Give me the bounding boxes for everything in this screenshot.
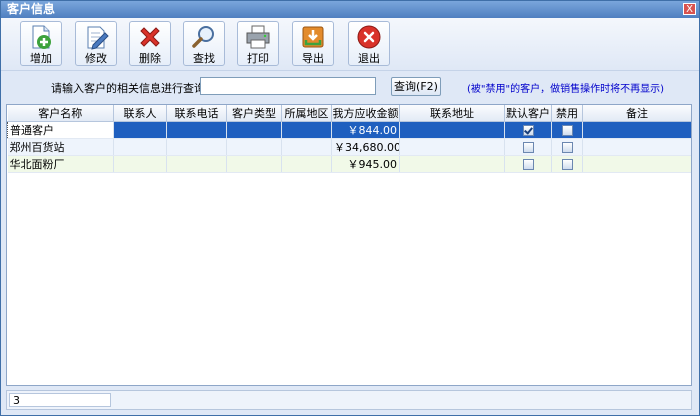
disabled-checkbox[interactable]: [561, 125, 573, 136]
add-document-icon: [32, 25, 51, 49]
col-header-region[interactable]: 所属地区: [281, 105, 332, 122]
cell-region[interactable]: [281, 155, 332, 173]
disabled-customer-hint: (被"禁用"的客户，做销售操作时将不再显示): [467, 84, 665, 95]
col-header-address[interactable]: 联系地址: [399, 105, 505, 122]
close-button[interactable]: X: [683, 3, 696, 15]
cell-name[interactable]: 郑州百货站: [7, 138, 114, 156]
title-bar: 客户信息 X: [1, 1, 699, 18]
record-count: 3: [9, 393, 111, 407]
col-header-phone[interactable]: 联系电话: [166, 105, 227, 122]
cell-region[interactable]: [281, 121, 332, 139]
col-header-default[interactable]: 默认客户: [504, 105, 552, 122]
delete-button[interactable]: 删除: [129, 21, 171, 66]
cell-receivable[interactable]: ￥844.00: [331, 121, 400, 139]
cell-note[interactable]: [582, 155, 691, 173]
edit-button-label: 修改: [85, 52, 107, 65]
add-button-label: 增加: [30, 52, 52, 65]
print-button-label: 打印: [247, 52, 269, 65]
table-row[interactable]: 普通客户 ￥844.00: [7, 121, 691, 139]
exit-button[interactable]: 退出: [348, 21, 390, 66]
exit-button-label: 退出: [358, 52, 380, 65]
cell-default: [504, 155, 552, 173]
cell-region[interactable]: [281, 138, 332, 156]
table-row[interactable]: 郑州百货站 ￥34,680.00: [7, 138, 691, 156]
col-header-disabled[interactable]: 禁用: [551, 105, 583, 122]
customer-info-window: 客户信息 X 增加 修改 删除 查找 打印 导出 退出 请输入客户的相关信息进行…: [0, 0, 700, 416]
cell-contact[interactable]: [113, 155, 167, 173]
cell-name[interactable]: 华北面粉厂: [7, 155, 114, 173]
default-checkbox[interactable]: [522, 125, 534, 136]
delete-x-icon: [140, 27, 160, 47]
cell-address[interactable]: [399, 138, 505, 156]
default-checkbox[interactable]: [522, 142, 534, 153]
export-button[interactable]: 导出: [292, 21, 334, 66]
print-button[interactable]: 打印: [237, 21, 279, 66]
cell-note[interactable]: [582, 138, 691, 156]
cell-contact[interactable]: [113, 138, 167, 156]
cell-contact[interactable]: [113, 121, 167, 139]
cell-receivable[interactable]: ￥945.00: [331, 155, 400, 173]
cell-address[interactable]: [399, 155, 505, 173]
cell-phone[interactable]: [166, 121, 227, 139]
edit-icon: [87, 26, 109, 50]
add-button[interactable]: 增加: [20, 21, 62, 66]
cell-default: [504, 138, 552, 156]
cell-type[interactable]: [226, 138, 282, 156]
exit-icon: [357, 25, 381, 49]
toolbar: 增加 修改 删除 查找 打印 导出 退出: [1, 18, 699, 71]
delete-button-label: 删除: [139, 52, 161, 65]
edit-button[interactable]: 修改: [75, 21, 117, 66]
cell-type[interactable]: [226, 155, 282, 173]
cell-type[interactable]: [226, 121, 282, 139]
cell-note[interactable]: [582, 121, 691, 139]
col-header-name[interactable]: 客户名称: [7, 105, 114, 122]
cell-phone[interactable]: [166, 155, 227, 173]
magnifier-icon: [192, 26, 214, 48]
query-button[interactable]: 查询(F2): [391, 77, 441, 96]
cell-address[interactable]: [399, 121, 505, 139]
cell-phone[interactable]: [166, 138, 227, 156]
col-header-type[interactable]: 客户类型: [226, 105, 282, 122]
col-header-receivable[interactable]: 我方应收金额: [331, 105, 400, 122]
cell-name[interactable]: 普通客户: [7, 121, 114, 139]
find-button[interactable]: 查找: [183, 21, 225, 66]
disabled-checkbox[interactable]: [561, 142, 573, 153]
export-icon: [302, 26, 324, 48]
search-input[interactable]: [200, 77, 376, 95]
cell-disabled: [551, 138, 583, 156]
search-bar: 请输入客户的相关信息进行查询： 查询(F2) (被"禁用"的客户，做销售操作时将…: [1, 71, 699, 101]
export-button-label: 导出: [302, 52, 324, 65]
grid-header-row: 客户名称 联系人 联系电话 客户类型 所属地区 我方应收金额 联系地址 默认客户…: [7, 105, 691, 122]
disabled-checkbox[interactable]: [561, 159, 573, 170]
search-label: 请输入客户的相关信息进行查询：: [51, 82, 216, 95]
cell-disabled: [551, 121, 583, 139]
printer-icon: [246, 25, 270, 49]
customer-grid[interactable]: 客户名称 联系人 联系电话 客户类型 所属地区 我方应收金额 联系地址 默认客户…: [6, 104, 692, 386]
cell-disabled: [551, 155, 583, 173]
cell-default: [504, 121, 552, 139]
status-bar: 3: [6, 390, 692, 410]
col-header-contact[interactable]: 联系人: [113, 105, 167, 122]
table-row[interactable]: 华北面粉厂 ￥945.00: [7, 155, 691, 173]
cell-receivable[interactable]: ￥34,680.00: [331, 138, 400, 156]
find-button-label: 查找: [193, 52, 215, 65]
window-title: 客户信息: [7, 2, 56, 16]
col-header-note[interactable]: 备注: [582, 105, 691, 122]
default-checkbox[interactable]: [522, 159, 534, 170]
